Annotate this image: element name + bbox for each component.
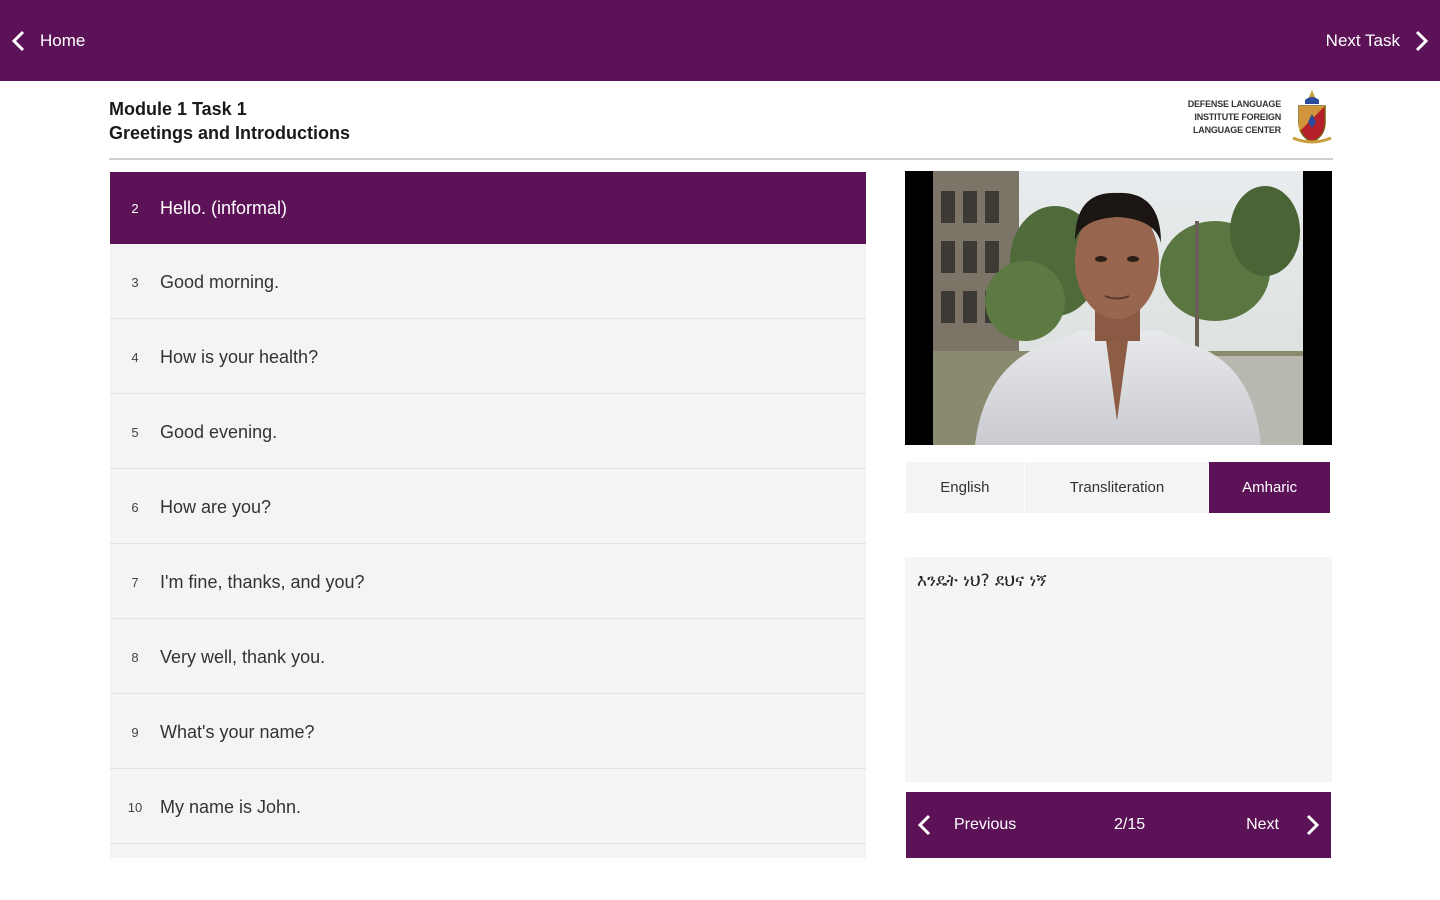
- phrase-number: 9: [131, 724, 139, 740]
- top-bar: Home Next Task: [0, 0, 1440, 81]
- logo-line: INSTITUTE FOREIGN: [1194, 111, 1281, 122]
- translation-text: እንዴት ነህ? ደህና ነኝ: [917, 571, 1047, 591]
- phrase-row[interactable]: 5 Good evening.: [110, 396, 866, 469]
- phrase-text: Good morning.: [160, 271, 280, 292]
- next-task-label: Next Task: [1325, 30, 1400, 50]
- module-header: Module 1 Task 1 Greetings and Introducti…: [109, 90, 1333, 160]
- chevron-left-icon: [917, 814, 931, 836]
- crest-icon: [1292, 90, 1332, 144]
- phrase-number: 6: [131, 499, 139, 515]
- language-tabs: English Transliteration Amharic: [906, 462, 1330, 513]
- phrase-number: 10: [127, 799, 143, 815]
- phrase-number: 3: [131, 274, 139, 290]
- avatar-video[interactable]: [905, 171, 1332, 445]
- tab-transliteration[interactable]: Transliteration: [1024, 462, 1210, 513]
- phrase-number: 4: [131, 349, 139, 365]
- pager: Previous 2/15 Next: [906, 792, 1331, 858]
- phrase-row[interactable]: 10 My name is John.: [110, 771, 866, 844]
- next-button[interactable]: Next: [1246, 792, 1321, 858]
- phrase-number: 5: [131, 424, 139, 440]
- phrase-number: 2: [131, 200, 139, 216]
- phrase-text: Very well, thank you.: [160, 646, 326, 667]
- phrase-list[interactable]: 2 Hello. (informal) 3 Good morning. 4 Ho…: [110, 172, 866, 858]
- phrase-text: I'm fine, thanks, and you?: [160, 571, 365, 592]
- next-label: Next: [1246, 816, 1279, 833]
- phrase-row[interactable]: 3 Good morning.: [110, 246, 866, 319]
- phrase-row[interactable]: 7 I'm fine, thanks, and you?: [110, 546, 866, 619]
- phrase-text: What's your name?: [160, 721, 315, 742]
- tab-english[interactable]: English: [906, 462, 1025, 513]
- phrase-number: 7: [131, 574, 139, 590]
- next-task-button[interactable]: Next Task: [1326, 0, 1430, 81]
- avatar-scene-image: [905, 171, 1332, 445]
- phrase-row[interactable]: 2 Hello. (informal): [110, 172, 866, 244]
- dli-logo: DEFENSE LANGUAGE INSTITUTE FOREIGN LANGU…: [1188, 88, 1333, 146]
- translation-panel: እንዴት ነህ? ደህና ነኝ: [905, 557, 1332, 782]
- home-button[interactable]: Home: [10, 0, 85, 81]
- phrase-text: Hello. (informal): [160, 197, 288, 218]
- phrase-text: How are you?: [160, 496, 272, 517]
- chevron-right-icon: [1306, 814, 1320, 836]
- page-counter: 2/15: [1114, 816, 1146, 833]
- phrase-row[interactable]: 9 What's your name?: [110, 696, 866, 769]
- logo-text: DEFENSE LANGUAGE INSTITUTE FOREIGN LANGU…: [1187, 98, 1282, 137]
- phrase-number: 8: [131, 649, 139, 665]
- chevron-right-icon: [1415, 30, 1429, 51]
- phrase-row[interactable]: 6 How are you?: [110, 471, 866, 544]
- phrase-row[interactable]: 4 How is your health?: [110, 321, 866, 394]
- phrase-row[interactable]: 8 Very well, thank you.: [110, 621, 866, 694]
- previous-label: Previous: [954, 816, 1017, 833]
- module-title: Module 1 Task 1: [109, 99, 247, 119]
- phrase-text: My name is John.: [160, 796, 302, 817]
- phrase-text: How is your health?: [160, 346, 319, 367]
- home-label: Home: [40, 30, 86, 50]
- module-subtitle: Greetings and Introductions: [109, 123, 351, 143]
- logo-line: LANGUAGE CENTER: [1192, 124, 1281, 135]
- logo-line: DEFENSE LANGUAGE: [1187, 98, 1282, 109]
- chevron-left-icon: [11, 30, 25, 51]
- tab-amharic[interactable]: Amharic: [1209, 462, 1330, 513]
- previous-button[interactable]: Previous: [916, 792, 1016, 858]
- phrase-text: Good evening.: [160, 421, 278, 442]
